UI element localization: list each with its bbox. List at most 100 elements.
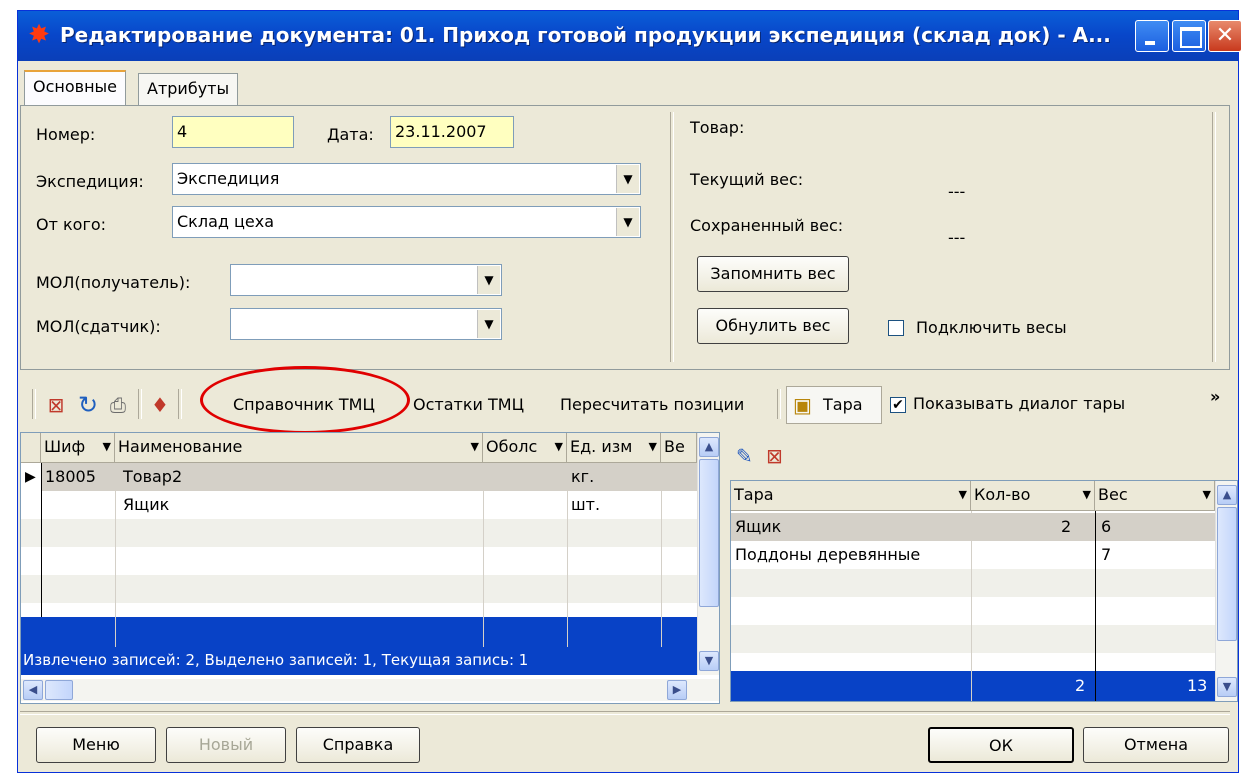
column-header-oblast-label: Оболс [486, 437, 538, 456]
chevron-down-icon[interactable]: ▼ [616, 165, 639, 193]
chevron-down-icon[interactable]: ▼ [555, 433, 563, 461]
chevron-down-icon[interactable]: ▼ [477, 266, 500, 294]
tare-vertical-scrollbar[interactable]: ▲ ▼ [1215, 481, 1237, 701]
chevron-down-icon[interactable]: ▼ [616, 208, 639, 236]
recalc-button[interactable]: Пересчитать позиции [560, 395, 744, 414]
minimize-icon [1136, 21, 1168, 51]
chevron-down-icon[interactable]: ▼ [1203, 481, 1211, 509]
minimize-button[interactable] [1135, 20, 1169, 52]
expedition-select[interactable]: Экспедиция ▼ [172, 163, 641, 195]
goods-label: Товар: [690, 118, 745, 137]
connect-scales-checkbox[interactable] [888, 320, 904, 336]
column-header-unit-label: Ед. изм [570, 437, 633, 456]
column-header-weight[interactable]: Вес ▼ [1095, 481, 1215, 511]
refresh-icon[interactable]: ↻ [74, 391, 102, 419]
close-icon: ✕ [1215, 23, 1235, 48]
expedition-label: Экспедиция: [36, 172, 144, 191]
chevron-down-icon[interactable]: ▼ [471, 433, 479, 461]
cell-unit: шт. [571, 495, 601, 514]
tab-main[interactable]: Основные [24, 70, 127, 106]
cell-tare-weight: 7 [1101, 545, 1112, 564]
totals-row [21, 617, 697, 647]
column-header-weight-label: Ве [664, 437, 685, 456]
column-header-name[interactable]: Наименование ▼ [115, 433, 483, 463]
mol-receiver-label: МОЛ(получатель): [36, 273, 191, 292]
new-button[interactable]: Новый [166, 727, 286, 763]
cell-name: Ящик [123, 495, 170, 514]
chevron-down-icon[interactable]: ▼ [1083, 481, 1091, 509]
goods-vertical-scrollbar[interactable]: ▲ ▼ [697, 433, 719, 675]
balances-button[interactable]: Остатки ТМЦ [413, 395, 524, 414]
chevron-down-icon[interactable]: ▼ [959, 481, 967, 509]
column-header-tare[interactable]: Тара ▼ [731, 481, 971, 511]
chevron-down-icon[interactable]: ▼ [649, 433, 657, 461]
cell-unit: кг. [571, 467, 595, 486]
toolbar-separator [777, 389, 781, 419]
expedition-value: Экспедиция [177, 169, 280, 188]
show-tare-dialog-checkbox[interactable]: ✔ [890, 397, 906, 413]
table-row-selected[interactable] [731, 513, 1215, 541]
date-field[interactable]: 23.11.2007 [390, 116, 514, 148]
chevron-down-icon[interactable]: ▼ [103, 433, 111, 461]
maximize-button[interactable] [1172, 20, 1206, 52]
cell-tare-name: Ящик [735, 517, 782, 536]
column-header-code[interactable]: Шиф ▼ [41, 433, 115, 463]
cell-tare-name: Поддоны деревянные [735, 545, 921, 564]
saved-weight-label: Сохраненный вес: [690, 216, 844, 235]
from-label: От кого: [36, 215, 107, 234]
goods-grid[interactable]: Шиф ▼ Наименование ▼ Оболс ▼ Ед. изм ▼ Ве ▶ … [20, 432, 720, 704]
help-button[interactable]: Справка [296, 727, 420, 763]
remember-weight-button[interactable]: Запомнить вес [697, 256, 849, 292]
scroll-thumb[interactable] [699, 459, 719, 607]
tare-toggle-button[interactable]: ▣ Тара [786, 386, 882, 424]
toolbar-overflow-button[interactable]: » [1210, 387, 1220, 406]
column-header-oblast[interactable]: Оболс ▼ [483, 433, 567, 463]
number-field[interactable]: 4 [172, 116, 294, 148]
column-header-weight[interactable]: Ве [661, 433, 697, 463]
panel-divider [670, 112, 674, 362]
scroll-thumb[interactable] [45, 680, 73, 700]
filter-icon[interactable]: ♦ [146, 391, 174, 419]
chevron-down-icon[interactable]: ▼ [477, 310, 500, 338]
scroll-up-icon[interactable]: ▲ [1217, 485, 1237, 505]
delete-record-icon[interactable]: ⊠ [42, 391, 70, 419]
ok-button[interactable]: ОК [928, 727, 1074, 763]
from-value: Склад цеха [177, 212, 275, 231]
scroll-down-icon[interactable]: ▼ [699, 651, 719, 671]
tab-attributes[interactable]: Атрибуты [138, 73, 239, 105]
scroll-up-icon[interactable]: ▲ [699, 437, 719, 457]
mol-sender-select[interactable]: ▼ [230, 308, 502, 340]
scroll-left-icon[interactable]: ◀ [23, 680, 43, 700]
tare-total-weight: 13 [1187, 676, 1208, 695]
delete-tare-icon[interactable]: ⊠ [766, 444, 783, 468]
cancel-button[interactable]: Отмена [1083, 727, 1229, 763]
print-icon[interactable]: ⎙ [104, 391, 132, 419]
tare-total-qty: 2 [1075, 676, 1086, 695]
number-label: Номер: [36, 125, 96, 144]
box-icon: ▣ [793, 393, 812, 417]
cell-code: 18005 [45, 467, 96, 486]
scroll-down-icon[interactable]: ▼ [1217, 677, 1237, 697]
tare-grid[interactable]: Тара ▼ Кол-во ▼ Вес ▼ Ящик 2 6 Поддоны дере… [730, 480, 1238, 702]
title-bar[interactable]: ✸ Редактирование документа: 01. Приход г… [18, 11, 1242, 61]
mol-receiver-select[interactable]: ▼ [230, 264, 502, 296]
cell-name: Товар2 [123, 467, 183, 486]
menu-button[interactable]: Меню [36, 727, 156, 763]
reset-weight-button[interactable]: Обнулить вес [697, 308, 849, 344]
edit-tare-icon[interactable]: ✎ [736, 444, 753, 468]
toolbar-separator [138, 389, 142, 419]
column-header-qty[interactable]: Кол-во ▼ [971, 481, 1095, 511]
scroll-right-icon[interactable]: ▶ [667, 680, 687, 700]
close-button[interactable]: ✕ [1208, 20, 1242, 52]
scroll-thumb[interactable] [1217, 507, 1237, 641]
app-star-icon: ✸ [28, 20, 50, 50]
date-label: Дата: [327, 125, 374, 144]
show-tare-dialog-label: Показывать диалог тары [913, 394, 1126, 413]
table-row-empty [21, 519, 697, 547]
from-select[interactable]: Склад цеха ▼ [172, 206, 641, 238]
column-header-unit[interactable]: Ед. изм ▼ [567, 433, 661, 463]
column-header-qty-label: Кол-во [974, 485, 1031, 504]
grid-line [971, 511, 972, 701]
goods-horizontal-scrollbar[interactable]: ◀ ▶ [21, 679, 719, 701]
tare-totals-row [731, 671, 1215, 701]
